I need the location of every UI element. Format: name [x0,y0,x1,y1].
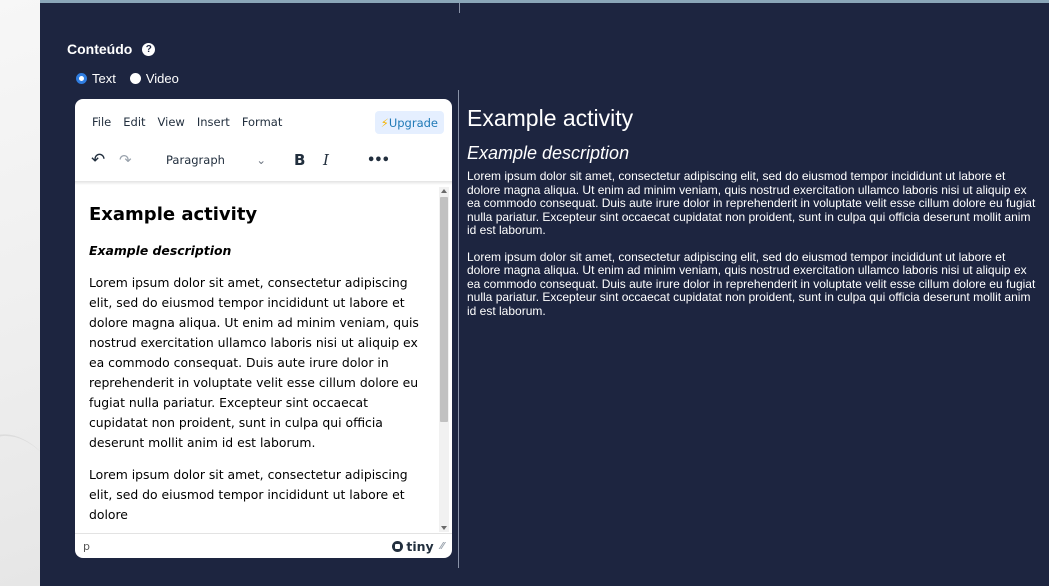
tiny-logo-icon [392,540,404,552]
scroll-thumb[interactable] [440,197,448,422]
resize-handle-icon[interactable]: ⁄⁄ [441,541,444,552]
block-format-select[interactable]: Paragraph ⌄ [166,153,266,167]
upgrade-label: Upgrade [388,115,438,130]
editor-toolbar: ↶ ↷ Paragraph ⌄ B I ••• [75,145,452,175]
menu-edit[interactable]: Edit [123,115,145,129]
tiny-brand[interactable]: tiny ⁄⁄ [392,539,444,554]
content-panel: Conteúdo ? Text Video File Edit View Ins… [40,0,1049,586]
editor-heading[interactable]: Example activity [89,203,424,227]
menu-format[interactable]: Format [242,115,283,129]
preview-heading: Example activity [467,105,634,131]
content-type-radios: Text Video [76,71,179,86]
radio-video[interactable]: Video [129,71,179,86]
editor-content-area[interactable]: Example activity Example description Lor… [89,203,424,537]
preview-description: Example description [467,143,630,163]
vertical-divider [458,90,459,568]
top-divider-tick [459,3,460,13]
page-background [0,0,85,586]
editor-paragraph[interactable]: Lorem ipsum dolor sit amet, consectetur … [89,273,424,453]
undo-icon[interactable]: ↶ [91,150,105,170]
section-label: Conteúdo ? [67,41,156,57]
radio-text[interactable]: Text [76,71,116,86]
radio-text-label: Text [92,71,116,86]
panel-top-border [40,0,1049,3]
editor-scrollbar[interactable] [439,187,449,532]
more-options-button[interactable]: ••• [367,153,390,168]
lightning-icon: ⚡ [380,115,389,130]
element-path[interactable]: p [83,540,90,553]
scroll-down-arrow-icon[interactable] [441,526,447,530]
tiny-brand-label: tiny [406,538,434,554]
chevron-down-icon: ⌄ [256,153,266,167]
content-preview: Example activity Example description Lor… [467,104,1037,318]
editor-paragraph[interactable]: Lorem ipsum dolor sit amet, consectetur … [89,465,424,525]
preview-paragraph: Lorem ipsum dolor sit amet, consectetur … [467,169,1036,237]
rich-text-editor: File Edit View Insert Format ⚡ Upgrade ↶ … [75,99,452,558]
section-title: Conteúdo [67,41,133,57]
redo-icon[interactable]: ↷ [119,151,132,169]
editor-description[interactable]: Example description [89,241,424,261]
radio-unselected-icon[interactable] [129,73,141,84]
menu-view[interactable]: View [158,115,185,129]
block-format-value: Paragraph [166,153,225,167]
menu-file[interactable]: File [92,115,111,129]
bold-button[interactable]: B [294,151,305,169]
help-icon[interactable]: ? [142,42,156,56]
radio-video-label: Video [145,71,179,86]
radio-selected-icon[interactable] [76,73,87,84]
italic-button[interactable]: I [323,151,329,169]
preview-paragraph: Lorem ipsum dolor sit amet, consectetur … [467,249,1036,318]
scroll-up-arrow-icon[interactable] [441,189,447,193]
editor-statusbar: p tiny ⁄⁄ [75,533,452,558]
menu-insert[interactable]: Insert [197,115,230,129]
upgrade-button[interactable]: ⚡ Upgrade [374,111,444,134]
toolbar-shadow [75,181,452,185]
